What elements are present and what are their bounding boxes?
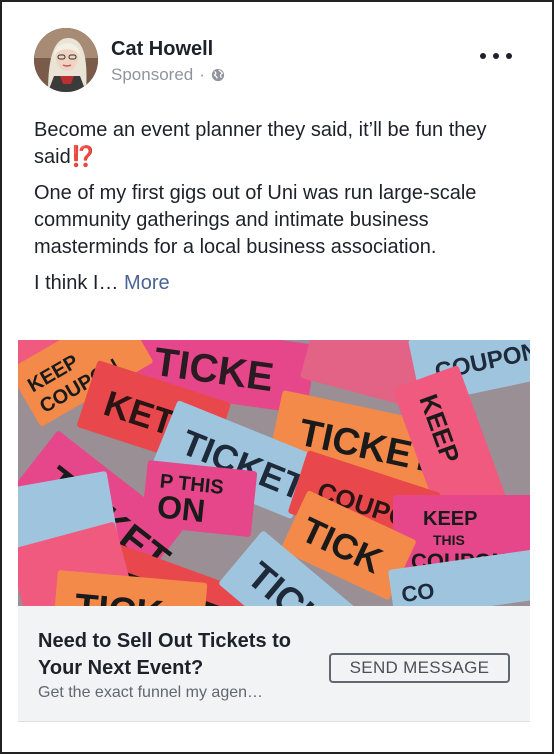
- author-name[interactable]: Cat Howell: [111, 38, 213, 61]
- author-avatar[interactable]: [34, 28, 98, 92]
- post-body: Become an event planner they said, it’ll…: [34, 117, 512, 306]
- post-card: Cat Howell Sponsored · Become an event p…: [0, 0, 554, 754]
- post-paragraph: I think I… More: [34, 272, 170, 294]
- post-paragraph: Become an event planner they said, it’ll…: [34, 119, 487, 168]
- globe-icon[interactable]: [211, 68, 225, 82]
- more-dot: [480, 53, 486, 59]
- post-paragraph: One of my first gigs out of Uni was run …: [34, 182, 477, 258]
- ad-description[interactable]: Get the exact funnel my agen…: [38, 684, 263, 702]
- svg-text:CO: CO: [400, 578, 436, 606]
- sponsored-label[interactable]: Sponsored: [111, 65, 193, 85]
- exclamation-question-emoji-icon: ⁉️: [70, 146, 96, 168]
- more-dot: [506, 53, 512, 59]
- see-more-link[interactable]: More: [124, 272, 170, 294]
- meta-separator: ·: [199, 65, 205, 84]
- svg-text:ON: ON: [155, 488, 207, 529]
- ad-image[interactable]: TICKE COUPON KEEP COUPON KET TICKET KEEP …: [18, 340, 530, 606]
- send-message-button[interactable]: SEND MESSAGE: [329, 653, 510, 683]
- tickets-photo: TICKE COUPON KEEPCOUPON KET TICKET KEEP …: [18, 340, 530, 606]
- more-options-icon[interactable]: [480, 42, 512, 70]
- post-meta: Sponsored ·: [111, 65, 225, 85]
- more-dot: [493, 53, 499, 59]
- svg-text:KEEP: KEEP: [423, 508, 477, 530]
- ad-headline[interactable]: Need to Sell Out Tickets to Your Next Ev…: [38, 628, 328, 682]
- svg-text:THIS: THIS: [433, 532, 465, 548]
- ad-call-to-action[interactable]: Need to Sell Out Tickets to Your Next Ev…: [18, 606, 530, 722]
- avatar-photo: [34, 28, 98, 92]
